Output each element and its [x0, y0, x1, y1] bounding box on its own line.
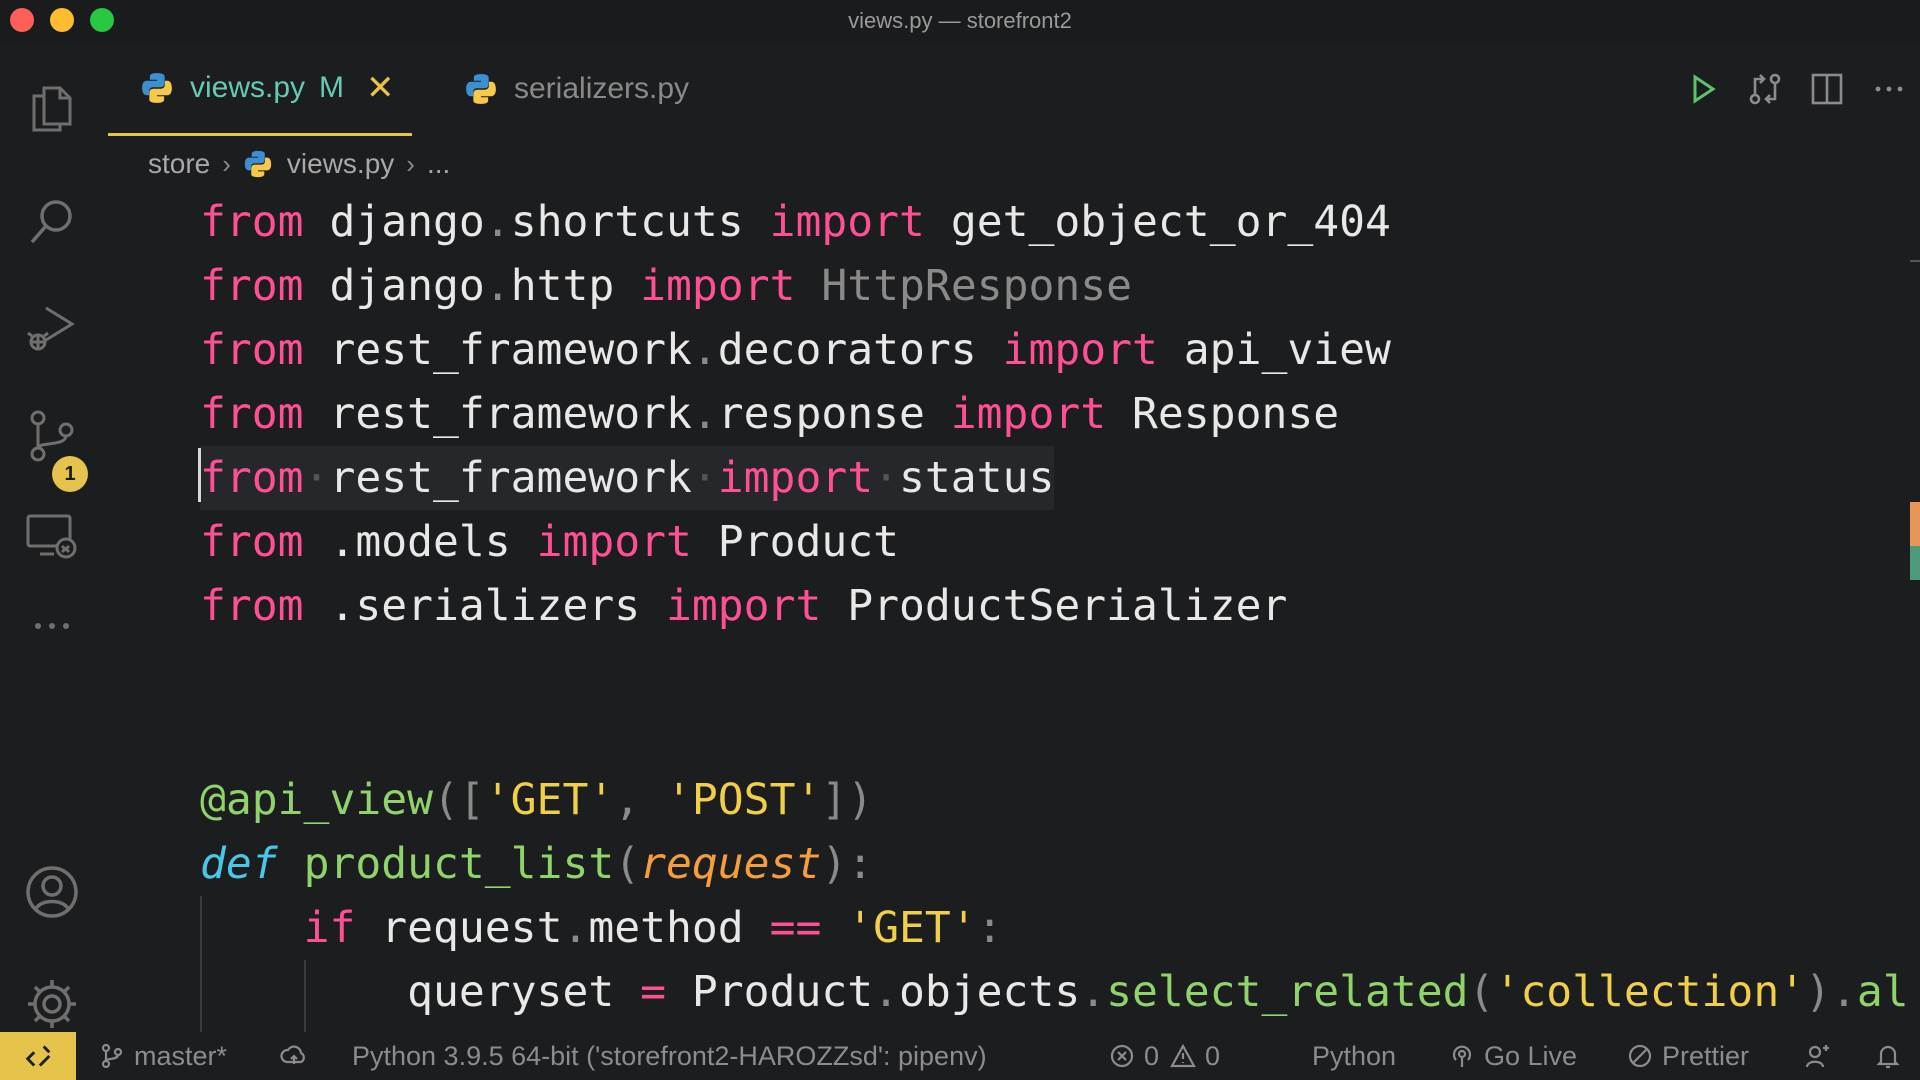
- scm-changes-badge: 1: [52, 456, 88, 492]
- indent-guide: [200, 896, 202, 1032]
- activity-bar: 1: [0, 42, 104, 1032]
- error-icon: [1110, 1044, 1134, 1068]
- tab-views-py[interactable]: views.py M ✕: [108, 42, 412, 136]
- status-bar: master* Python 3.9.5 64-bit ('storefront…: [0, 1032, 1920, 1080]
- code-line-current: from·rest_framework·import·status: [200, 446, 1055, 510]
- broadcast-icon: [1452, 1045, 1472, 1067]
- explorer-icon[interactable]: [20, 76, 84, 140]
- editor-actions: [1672, 42, 1920, 136]
- maximize-window-button[interactable]: [90, 8, 114, 32]
- more-views-icon[interactable]: [20, 594, 84, 658]
- run-file-icon[interactable]: [1672, 58, 1734, 120]
- breadcrumb: store › views.py › ...: [148, 140, 450, 188]
- overview-ruler-modified: [1910, 502, 1920, 546]
- notifications-bell-icon[interactable]: [1874, 1032, 1910, 1080]
- minimize-window-button[interactable]: [50, 8, 74, 32]
- code-line: @api_view(['GET', 'POST']): [200, 775, 874, 825]
- problems-indicator[interactable]: 0 0: [1108, 1032, 1220, 1080]
- remote-explorer-icon[interactable]: [20, 504, 84, 568]
- branch-indicator[interactable]: master*: [98, 1032, 227, 1080]
- code-line: from rest_framework.decorators import ap…: [200, 325, 1391, 375]
- tab-serializers-py[interactable]: serializers.py: [434, 42, 704, 136]
- overview-ruler-added: [1910, 546, 1920, 580]
- python-file-icon: [466, 74, 496, 104]
- code-line: def product_list(request):: [200, 839, 874, 889]
- code-line: from rest_framework.response import Resp…: [200, 389, 1340, 439]
- tab-label: views.py: [190, 70, 306, 104]
- prettier-button[interactable]: Prettier: [1626, 1032, 1749, 1080]
- breadcrumb-file[interactable]: views.py: [287, 148, 394, 180]
- code-line: from django.http import HttpResponse: [200, 261, 1133, 311]
- editor-tab-bar: views.py M ✕ serializers.py: [104, 42, 1920, 136]
- split-editor-icon[interactable]: [1796, 58, 1858, 120]
- prettier-disabled-icon: [1628, 1044, 1652, 1068]
- python-file-icon: [142, 72, 172, 103]
- git-branch-icon: [101, 1043, 123, 1069]
- more-actions-icon[interactable]: [1858, 58, 1920, 120]
- settings-gear-icon[interactable]: [20, 972, 84, 1036]
- code-editor[interactable]: from django.shortcuts import get_object_…: [104, 190, 1920, 1032]
- close-window-button[interactable]: [10, 8, 34, 32]
- sync-icon[interactable]: [280, 1032, 316, 1080]
- code-line: from .models import Product: [200, 517, 900, 567]
- search-icon[interactable]: [20, 190, 84, 254]
- tab-label: serializers.py: [514, 72, 690, 105]
- code-line: queryset = Product.objects.select_relate…: [407, 967, 1909, 1017]
- feedback-icon[interactable]: [1804, 1032, 1840, 1080]
- branch-name: master*: [134, 1040, 228, 1071]
- chevron-right-icon: ›: [222, 148, 231, 179]
- breadcrumb-symbols[interactable]: ...: [427, 148, 450, 180]
- code-line: from django.shortcuts import get_object_…: [200, 197, 1391, 247]
- warning-icon: [1170, 1043, 1196, 1068]
- accounts-icon[interactable]: [20, 860, 84, 924]
- close-tab-icon[interactable]: ✕: [366, 68, 395, 108]
- indent-guide: [304, 960, 306, 1032]
- language-mode[interactable]: Python: [1312, 1032, 1396, 1080]
- python-interpreter[interactable]: Python 3.9.5 64-bit ('storefront2-HAROZZ…: [352, 1032, 987, 1080]
- title-bar: views.py — storefront2: [0, 0, 1920, 42]
- modified-indicator: M: [319, 70, 345, 104]
- breadcrumb-folder[interactable]: store: [148, 148, 210, 180]
- code-line: from .serializers import ProductSerializ…: [200, 581, 1288, 631]
- go-live-button[interactable]: Go Live: [1448, 1032, 1577, 1080]
- warning-count: 0: [1205, 1040, 1221, 1071]
- error-count: 0: [1144, 1040, 1160, 1071]
- remote-indicator-icon[interactable]: [0, 1032, 76, 1080]
- text-cursor: [198, 448, 201, 502]
- code-line: if request.method == 'GET':: [303, 903, 1003, 953]
- open-changes-icon[interactable]: [1734, 58, 1796, 120]
- python-file-icon: [244, 150, 272, 178]
- overview-ruler-mark: [1910, 260, 1920, 262]
- chevron-right-icon: ›: [406, 148, 415, 179]
- window-title: views.py — storefront2: [848, 8, 1072, 33]
- run-debug-icon[interactable]: [20, 296, 84, 360]
